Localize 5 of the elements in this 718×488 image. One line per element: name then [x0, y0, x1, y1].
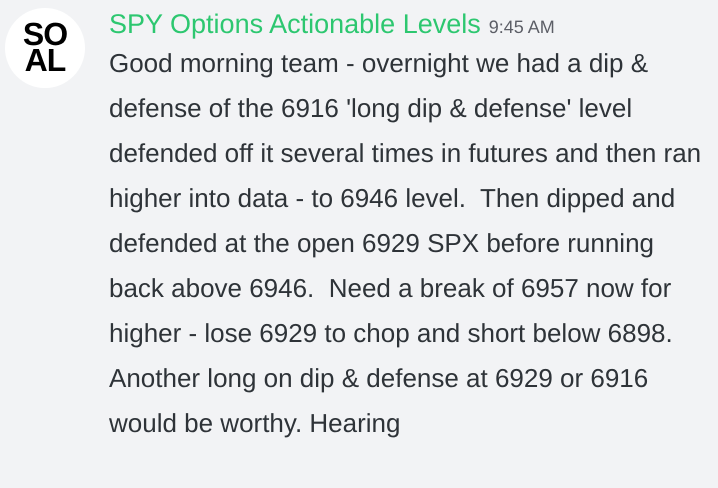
avatar-logo-text: SO: [22, 22, 68, 48]
timestamp: 9:45 AM: [488, 16, 555, 39]
avatar-logo-text: AL: [24, 48, 66, 74]
avatar[interactable]: SO AL: [5, 8, 85, 88]
message-text: Good morning team - overnight we had a dip & defense of the 6916 'long dip & defense' level defended off it several times in futures and then ran higher into data - to 6946 level. Then dipped and defended at the open 6929 SPX before running back above 6946. Need a break of 6957 now for higher - lose 6929 to chop and short below 6898. Another long on dip & defense at 6929 or 6916 would be worthy. Hearing: [109, 47, 702, 440]
